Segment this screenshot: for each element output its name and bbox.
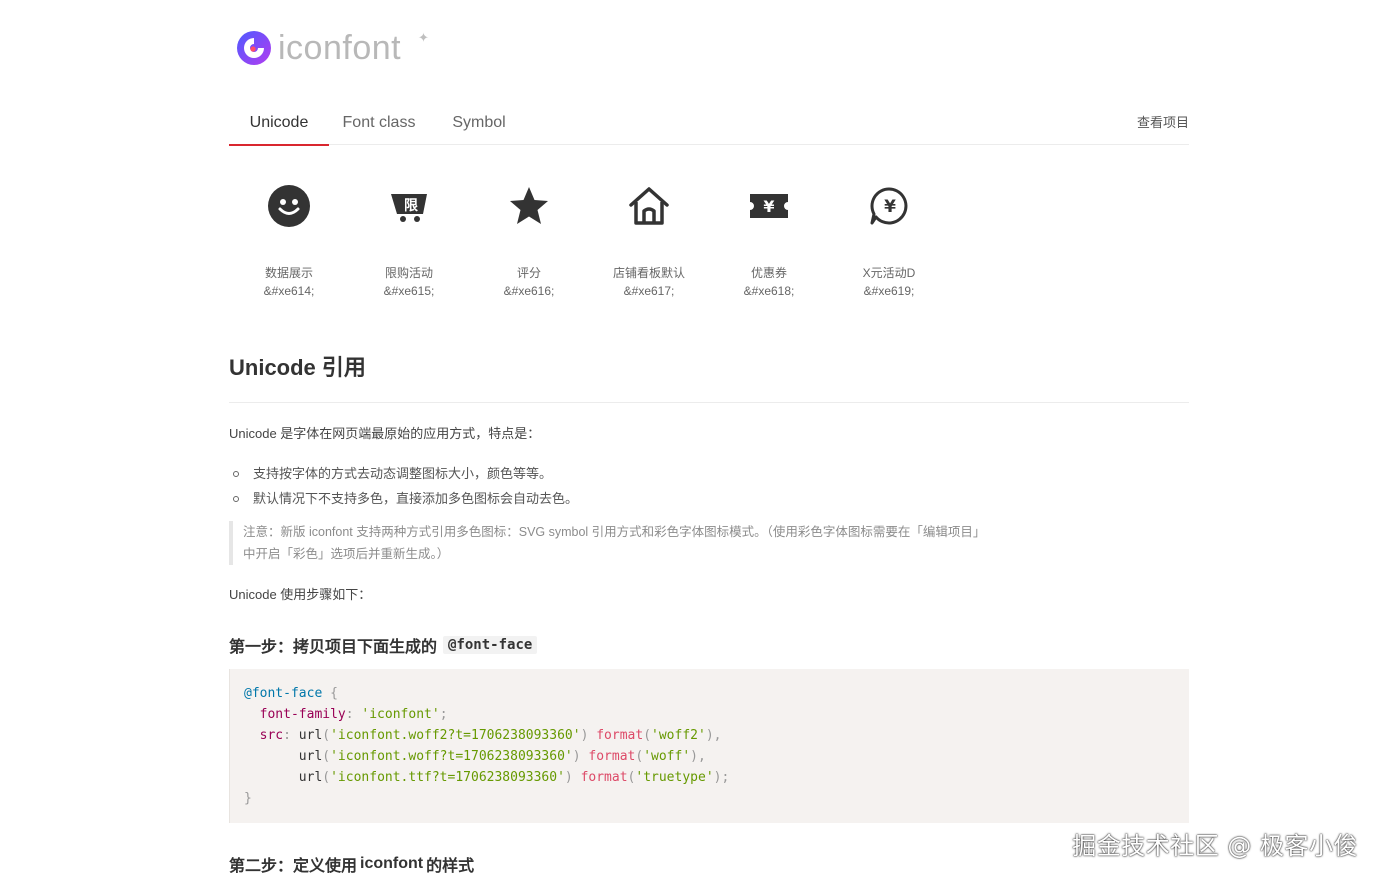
yuan-chat-icon: ¥ xyxy=(870,187,908,225)
iconfont-logo-icon xyxy=(237,31,271,65)
icon-item[interactable]: ¥ 优惠券 &#xe618; xyxy=(709,170,829,299)
logo-text: iconfont xyxy=(278,29,402,67)
icon-name: 评分 xyxy=(516,266,541,280)
svg-text:¥: ¥ xyxy=(763,197,774,216)
code-line: url('iconfont.ttf?t=1706238093360') form… xyxy=(298,770,730,785)
code-block[interactable]: @font-face { font-family: 'iconfont'; sr… xyxy=(229,669,1189,823)
icon-item[interactable]: 评分 &#xe616; xyxy=(469,170,589,299)
step-two-bold: iconfont xyxy=(360,855,424,872)
svg-text:限: 限 xyxy=(404,198,418,214)
svg-text:¥: ¥ xyxy=(884,197,896,217)
step-two-suffix: 的样式 xyxy=(426,858,475,875)
note-line: 中开启「彩色」选项后并重新生成。） xyxy=(243,547,450,561)
code-line: src: url('iconfont.woff2?t=1706238093360… xyxy=(259,728,722,743)
icon-code: &#xe618; xyxy=(743,284,795,298)
icon-code: &#xe615; xyxy=(383,284,435,298)
code-line: } xyxy=(244,791,252,806)
note-block: 注意：新版 iconfont 支持两种方式引用多色图标：SVG symbol 引… xyxy=(229,521,1009,565)
icon-item[interactable]: 店铺看板默认 &#xe617; xyxy=(589,170,709,299)
icon-code: &#xe614; xyxy=(263,284,315,298)
icon-grid: 数据展示 &#xe614; 限 限购活动 &#xe615; 评分 &#xe616… xyxy=(229,170,949,299)
store-home-icon xyxy=(629,187,669,225)
icon-item[interactable]: 限 限购活动 &#xe615; xyxy=(349,170,469,299)
icon-code: &#xe617; xyxy=(623,284,675,298)
tab-unicode[interactable]: Unicode xyxy=(229,102,329,146)
icon-code: &#xe616; xyxy=(503,284,555,298)
tab-bar: Unicode Font class Symbol 查看项目 xyxy=(229,102,1189,146)
icon-name: 限购活动 xyxy=(384,266,433,280)
note-line: 注意：新版 iconfont 支持两种方式引用多色图标：SVG symbol 引… xyxy=(243,525,986,539)
limited-purchase-icon: 限 xyxy=(391,194,427,222)
view-project-link[interactable]: 查看项目 xyxy=(1137,102,1189,144)
icon-name: 数据展示 xyxy=(264,266,313,280)
step-two-prefix: 第二步：定义使用 xyxy=(229,858,358,875)
icon-name: 店铺看板默认 xyxy=(612,266,685,280)
smiley-icon xyxy=(268,185,310,227)
watermark: 掘金技术社区 @ 极客小俊 xyxy=(1072,832,1358,860)
list-item: 默认情况下不支持多色，直接添加多色图标会自动去色。 xyxy=(233,486,578,511)
tab-font-class[interactable]: Font class xyxy=(329,102,429,145)
inline-code: @font-face xyxy=(443,636,538,654)
icon-item[interactable]: 数据展示 &#xe614; xyxy=(229,170,349,299)
code-line: @font-face { xyxy=(244,686,338,701)
icon-code: &#xe619; xyxy=(863,284,915,298)
feature-list: 支持按字体的方式去动态调整图标大小，颜色等等。 默认情况下不支持多色，直接添加多… xyxy=(233,461,578,511)
step-one-label: 第一步：拷贝项目下面生成的 xyxy=(229,639,438,656)
icon-item[interactable]: ¥ X元活动D &#xe619; xyxy=(829,170,949,299)
code-line: font-family: 'iconfont'; xyxy=(259,707,448,722)
step-two-heading: 第二步：定义使用 iconfont 的样式 xyxy=(229,852,474,876)
steps-intro: Unicode 使用步骤如下： xyxy=(229,587,372,602)
coupon-icon: ¥ xyxy=(750,194,788,218)
icon-name: X元活动D xyxy=(862,266,916,280)
sparkle-icon: ✦ xyxy=(418,30,429,45)
code-line: url('iconfont.woff?t=1706238093360') for… xyxy=(298,749,706,764)
iconfont-logo[interactable]: iconfont ✦ xyxy=(236,28,429,68)
section-title: Unicode 引用 xyxy=(229,355,366,380)
star-icon xyxy=(510,187,548,224)
tab-symbol[interactable]: Symbol xyxy=(429,102,529,145)
icon-name: 优惠券 xyxy=(750,266,787,280)
divider xyxy=(229,402,1189,403)
intro-text: Unicode 是字体在网页端最原始的应用方式，特点是： xyxy=(229,426,541,441)
step-one-heading: 第一步：拷贝项目下面生成的 @font-face xyxy=(229,633,538,657)
list-item: 支持按字体的方式去动态调整图标大小，颜色等等。 xyxy=(233,461,578,486)
